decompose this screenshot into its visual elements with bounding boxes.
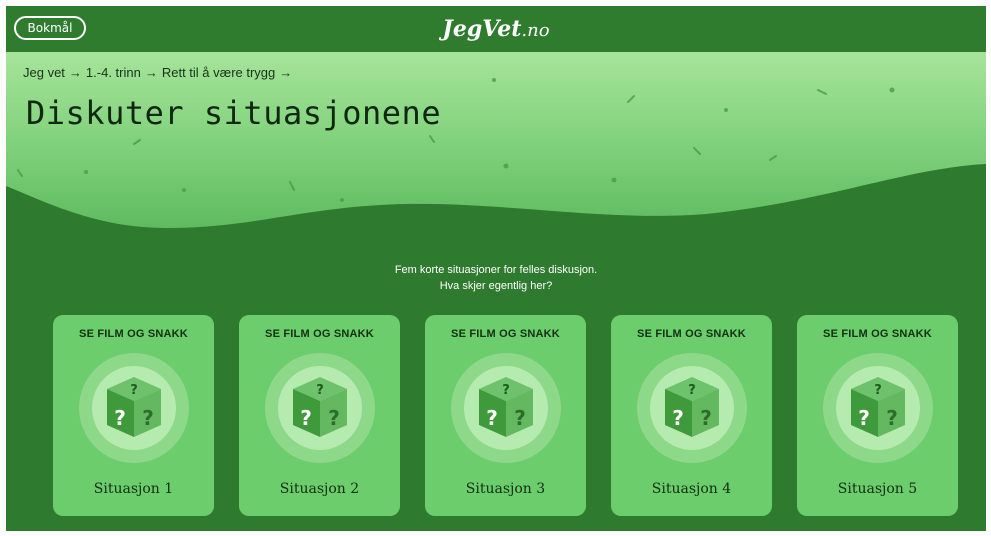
svg-text:?: ?	[514, 406, 526, 430]
page: Bokmål JegVet.no Jeg vet → 1.-4. trinn →…	[6, 6, 986, 531]
site-logo[interactable]: JegVet.no	[6, 15, 986, 45]
situation-card-4[interactable]: SE FILM OG SNAKK ? ? ? Situasjon 4	[611, 315, 772, 516]
card-label: SE FILM OG SNAKK	[265, 328, 374, 340]
svg-text:?: ?	[688, 383, 696, 398]
svg-text:?: ?	[328, 406, 340, 430]
arrow-right-icon: →	[144, 65, 158, 80]
logo-ext: .no	[521, 20, 550, 41]
card-title: Situasjon 2	[279, 481, 360, 497]
mystery-box-icon: ? ? ?	[451, 353, 561, 463]
breadcrumb-item-rett-til-trygg[interactable]: Rett til å være trygg	[162, 65, 275, 80]
breadcrumb-item-jeg-vet[interactable]: Jeg vet	[23, 65, 65, 80]
svg-text:?: ?	[672, 406, 684, 430]
svg-text:?: ?	[700, 406, 712, 430]
mystery-box-icon: ? ? ?	[265, 353, 375, 463]
card-title: Situasjon 1	[93, 481, 174, 497]
card-label: SE FILM OG SNAKK	[823, 328, 932, 340]
situation-card-2[interactable]: SE FILM OG SNAKK ? ? ? Situasjon 2	[239, 315, 400, 516]
mystery-box-icon: ? ? ?	[637, 353, 747, 463]
svg-text:?: ?	[300, 406, 312, 430]
svg-text:?: ?	[114, 406, 126, 430]
mystery-box-icon: ? ? ?	[79, 353, 189, 463]
svg-text:?: ?	[858, 406, 870, 430]
intro-line-2: Hva skjer egentlig her?	[439, 280, 553, 292]
page-title: Diskuter situasjonene	[26, 94, 442, 132]
arrow-right-icon: →	[279, 65, 293, 80]
card-title: Situasjon 3	[465, 481, 546, 497]
card-label: SE FILM OG SNAKK	[451, 328, 560, 340]
svg-text:?: ?	[502, 383, 510, 398]
breadcrumb-item-trinn[interactable]: 1.-4. trinn	[86, 65, 141, 80]
situation-card-list: SE FILM OG SNAKK ? ? ? Situasjon 1 SE FI…	[53, 315, 958, 516]
card-label: SE FILM OG SNAKK	[79, 328, 188, 340]
arrow-right-icon: →	[68, 65, 82, 80]
logo-main: JegVet	[442, 16, 522, 42]
situation-card-1[interactable]: SE FILM OG SNAKK ? ? ? Situasjon 1	[53, 315, 214, 516]
intro-line-1: Fem korte situasjoner for felles diskusj…	[394, 264, 598, 276]
situation-card-5[interactable]: SE FILM OG SNAKK ? ? ? Situasjon 5	[797, 315, 958, 516]
svg-text:?: ?	[316, 383, 324, 398]
svg-text:?: ?	[874, 383, 882, 398]
card-title: Situasjon 5	[837, 481, 918, 497]
card-title: Situasjon 4	[651, 481, 732, 497]
intro-text: Fem korte situasjoner for felles diskusj…	[6, 262, 986, 294]
svg-text:?: ?	[486, 406, 498, 430]
svg-text:?: ?	[142, 406, 154, 430]
top-bar: Bokmål JegVet.no	[6, 6, 986, 52]
svg-text:?: ?	[886, 406, 898, 430]
mystery-box-icon: ? ? ?	[823, 353, 933, 463]
breadcrumb: Jeg vet → 1.-4. trinn → Rett til å være …	[23, 65, 292, 80]
situation-card-3[interactable]: SE FILM OG SNAKK ? ? ? Situasjon 3	[425, 315, 586, 516]
svg-text:?: ?	[130, 383, 138, 398]
card-label: SE FILM OG SNAKK	[637, 328, 746, 340]
hero-banner	[6, 52, 986, 228]
